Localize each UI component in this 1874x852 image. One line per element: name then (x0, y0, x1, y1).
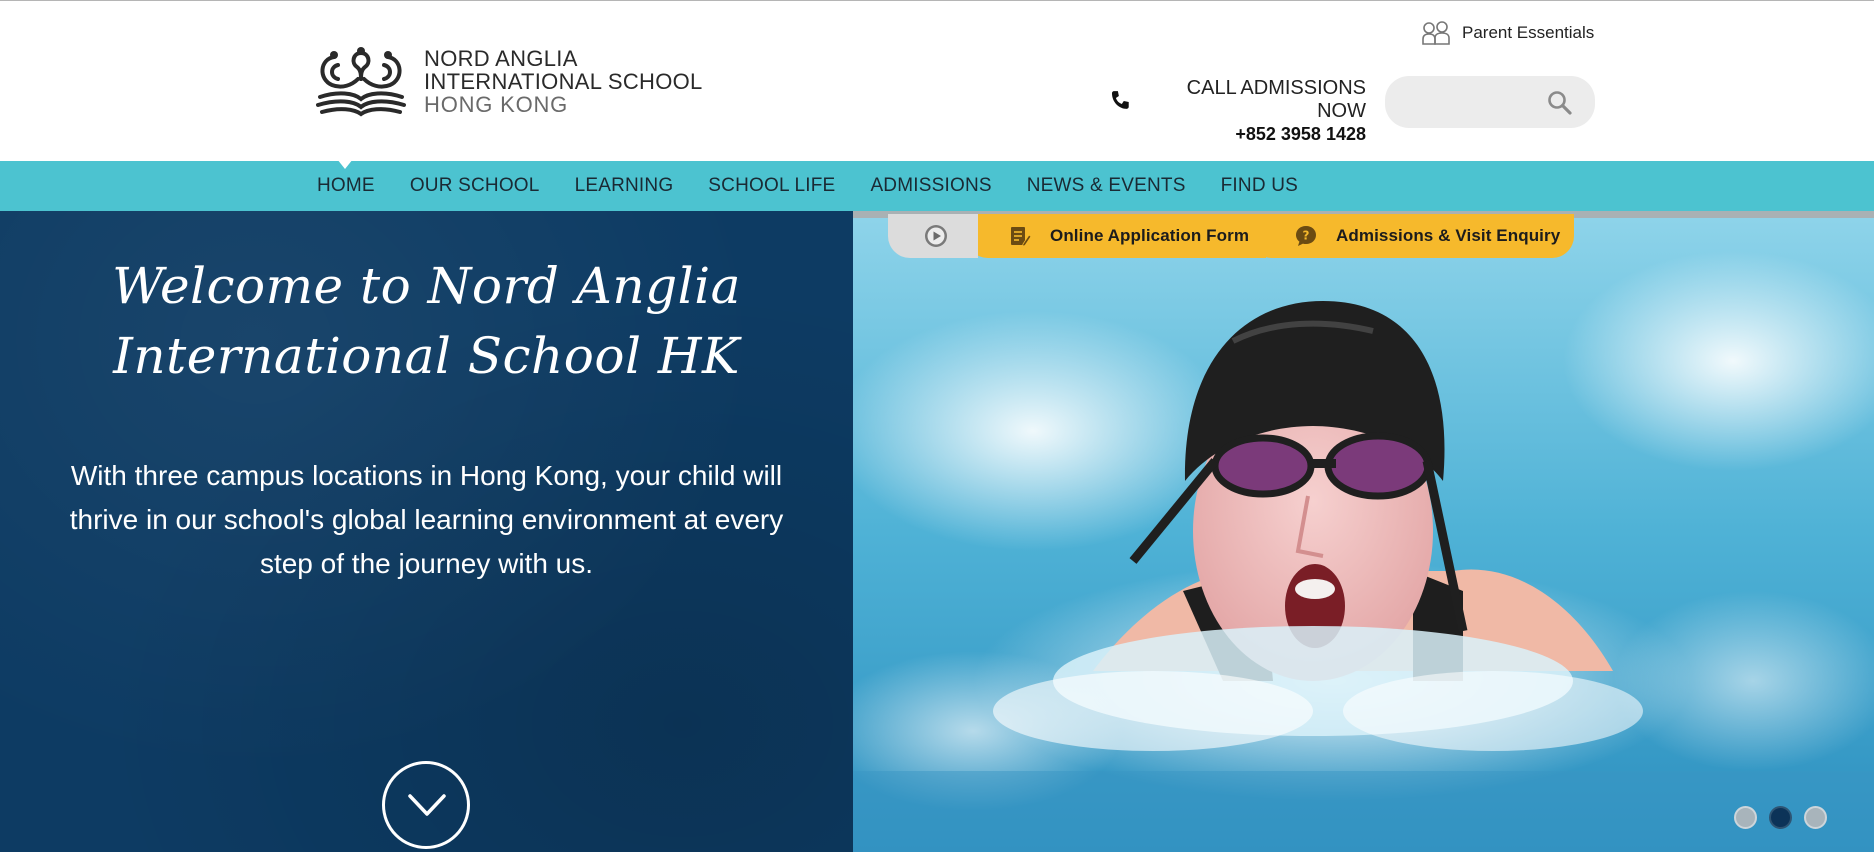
hero-intro-text: With three campus locations in Hong Kong… (69, 460, 784, 579)
hero-title-line-1: Welcome to Nord Anglia (112, 257, 741, 315)
slider-dot-2[interactable] (1769, 806, 1792, 829)
slider-dot-3[interactable] (1804, 806, 1827, 829)
site-header: NORD ANGLIA INTERNATIONAL SCHOOL HONG KO… (0, 1, 1874, 161)
logo-line-2: INTERNATIONAL SCHOOL (424, 68, 703, 94)
play-video-tab[interactable] (888, 214, 978, 258)
hero-image-swimmer (853, 211, 1874, 852)
logo-line-1: NORD ANGLIA (424, 45, 578, 71)
search-icon[interactable] (1547, 90, 1573, 116)
online-application-form-tab[interactable]: Online Application Form (966, 214, 1266, 258)
slider-pagination (1734, 806, 1839, 829)
school-crest-icon (316, 47, 406, 117)
form-pencil-icon (1011, 227, 1032, 247)
admissions-visit-enquiry-tab[interactable]: ? Admissions & Visit Enquiry (1250, 214, 1574, 258)
chevron-down-icon (408, 794, 446, 816)
logo-line-3: HONG KONG (424, 91, 569, 117)
scroll-down-button[interactable] (382, 761, 470, 849)
search-box[interactable] (1385, 76, 1595, 128)
hero-title: Welcome to Nord Anglia International Sch… (0, 251, 853, 391)
parents-icon (1422, 21, 1450, 45)
active-nav-indicator (337, 159, 353, 169)
school-logo[interactable]: NORD ANGLIA INTERNATIONAL SCHOOL HONG KO… (312, 45, 703, 117)
nav-our-school[interactable]: OUR SCHOOL (410, 161, 540, 211)
play-icon[interactable] (924, 224, 948, 248)
nav-school-life[interactable]: SCHOOL LIFE (708, 161, 835, 211)
call-admissions-label: CALL ADMISSIONS NOW (1186, 77, 1366, 122)
nav-learning[interactable]: LEARNING (575, 161, 674, 211)
admissions-visit-enquiry-label: Admissions & Visit Enquiry (1336, 226, 1561, 245)
search-input[interactable] (1401, 88, 1551, 116)
question-bubble-icon: ? (1296, 226, 1316, 246)
nav-news-events[interactable]: NEWS & EVENTS (1027, 161, 1186, 211)
slider-dot-1[interactable] (1734, 806, 1757, 829)
svg-text:?: ? (1303, 229, 1310, 243)
parent-essentials-link[interactable]: Parent Essentials (1420, 20, 1594, 46)
hero-welcome-panel: Welcome to Nord Anglia International Sch… (0, 211, 853, 852)
nav-find-us[interactable]: FIND US (1221, 161, 1298, 211)
main-nav: HOME OUR SCHOOL LEARNING SCHOOL LIFE ADM… (0, 161, 1874, 211)
parent-essentials-label: Parent Essentials (1462, 23, 1595, 42)
call-admissions-number[interactable]: +852 3958 1428 (1110, 124, 1366, 145)
nav-admissions[interactable]: ADMISSIONS (870, 161, 991, 211)
call-admissions[interactable]: CALL ADMISSIONS NOW +852 3958 1428 (1110, 77, 1366, 145)
online-application-form-label: Online Application Form (1050, 226, 1250, 245)
phone-icon (1111, 91, 1129, 109)
hero-title-line-2: International School HK (113, 327, 740, 385)
swimmer-photo (853, 211, 1874, 852)
